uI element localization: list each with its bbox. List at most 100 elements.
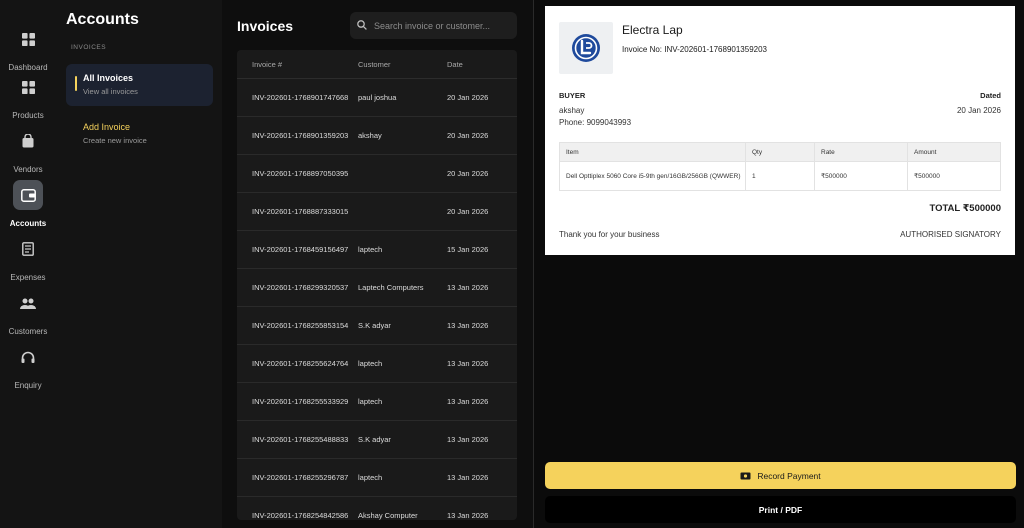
item-rate: ₹500000 <box>814 161 908 191</box>
column-header-date[interactable]: Date <box>447 60 517 69</box>
cell-customer: laptech <box>358 359 383 368</box>
search-icon <box>357 17 367 35</box>
table-header: Invoice # Customer Date <box>237 50 517 79</box>
search-box[interactable] <box>350 12 517 39</box>
cell-date: 13 Jan 2026 <box>447 473 489 482</box>
item-description: Dell Opttiplex 5060 Core i5-9th gen/16GB… <box>559 161 746 191</box>
table-row[interactable]: INV-202601-1768255853154 S.K adyar 13 Jan … <box>237 307 517 345</box>
rail-item-dashboard[interactable]: Dashboard <box>0 24 56 72</box>
dashboard-icon <box>13 24 43 54</box>
sidebar-item-all-invoices[interactable]: All Invoices View all invoices <box>66 64 213 106</box>
item-amount: ₹500000 <box>907 161 1001 191</box>
table-row[interactable]: INV-202601-1768887333015 20 Jan 2026 <box>237 193 517 231</box>
sidebar-item-add-invoice[interactable]: Add Invoice Create new invoice <box>66 113 213 155</box>
invoice-items-table: Item Qty Rate Amount Dell Opttiplex 5060… <box>559 142 1001 191</box>
table-row[interactable]: INV-202601-1768299320537 Laptech Computer… <box>237 269 517 307</box>
sidebar-section-label: INVOICES <box>71 44 107 51</box>
items-header-amount: Amount <box>907 142 1001 162</box>
cell-customer: Laptech Computers <box>358 283 424 292</box>
rail-item-vendors[interactable]: Vendors <box>0 126 56 174</box>
cell-invoice: INV-202601-1768255624764 <box>252 359 349 368</box>
invoice-preview-panel: Electra Lap Invoice No: INV-202601-17689… <box>533 0 1024 528</box>
cell-invoice: INV-202601-1768255488833 <box>252 435 349 444</box>
cell-date: 13 Jan 2026 <box>447 283 489 292</box>
dated-label: Dated <box>980 91 1001 100</box>
table-row[interactable]: INV-202601-1768254842586 Akshay Computer 1… <box>237 497 517 520</box>
cell-date: 20 Jan 2026 <box>447 207 489 216</box>
rail-label: Dashboard <box>8 63 48 72</box>
company-name: Electra Lap <box>622 23 683 37</box>
rail-item-enquiry[interactable]: Enquiry <box>0 342 56 390</box>
company-logo <box>559 22 613 74</box>
invoice-total: TOTAL ₹500000 <box>929 203 1001 214</box>
rail-item-expenses[interactable]: Expenses <box>0 234 56 282</box>
cell-date: 13 Jan 2026 <box>447 511 489 520</box>
rail-label: Enquiry <box>14 381 42 390</box>
record-payment-button[interactable]: Record Payment <box>545 462 1016 489</box>
cell-date: 13 Jan 2026 <box>447 359 489 368</box>
icon-rail: Dashboard Products Vendors Accounts Expe… <box>0 0 56 528</box>
items-header-rate: Rate <box>814 142 908 162</box>
table-row[interactable]: INV-202601-1768897050395 20 Jan 2026 <box>237 155 517 193</box>
rail-item-products[interactable]: Products <box>0 72 56 120</box>
cell-invoice: INV-202601-1768459156497 <box>252 245 349 254</box>
cell-customer: laptech <box>358 473 383 482</box>
invoice-number: Invoice No: INV-202601-1768901359203 <box>622 45 767 54</box>
rail-item-customers[interactable]: Customers <box>0 288 56 336</box>
cell-customer: Akshay Computer <box>358 511 418 520</box>
table-row[interactable]: INV-202601-1768255533929 laptech 13 Jan 20… <box>237 383 517 421</box>
search-input[interactable] <box>374 20 514 31</box>
page-title: Invoices <box>237 18 294 34</box>
cell-date: 20 Jan 2026 <box>447 93 489 102</box>
items-header-row: Item Qty Rate Amount <box>559 142 1001 162</box>
table-row[interactable]: INV-202601-1768901747668 paul joshua 20 Ja… <box>237 79 517 117</box>
items-header-qty: Qty <box>745 142 815 162</box>
vendors-icon <box>13 126 43 156</box>
authorised-signatory: AUTHORISED SIGNATORY <box>900 230 1001 239</box>
buyer-label: BUYER <box>559 91 586 100</box>
table-row[interactable]: INV-202601-1768901359203 akshay 20 Jan 202… <box>237 117 517 155</box>
products-icon <box>13 72 43 102</box>
items-header-item: Item <box>559 142 746 162</box>
column-header-invoice[interactable]: Invoice # <box>237 60 358 69</box>
wallet-icon <box>13 180 43 210</box>
column-header-customer[interactable]: Customer <box>358 60 447 69</box>
cell-customer: akshay <box>358 131 382 140</box>
invoice-document: Electra Lap Invoice No: INV-202601-17689… <box>545 6 1015 255</box>
sidebar-item-subtitle: Create new invoice <box>83 136 147 145</box>
rail-label: Expenses <box>10 273 46 282</box>
cell-customer: S.K adyar <box>358 435 391 444</box>
table-row[interactable]: INV-202601-1768255488833 S.K adyar 13 Jan … <box>237 421 517 459</box>
record-payment-label: Record Payment <box>757 470 821 481</box>
cell-invoice: INV-202601-1768901359203 <box>252 131 349 140</box>
rail-label: Accounts <box>9 219 47 228</box>
sidebar-title: Accounts <box>66 11 139 28</box>
invoice-table: Invoice # Customer Date INV-202601-17689… <box>237 50 517 520</box>
table-row[interactable]: INV-202601-1768255296787 laptech 13 Jan 20… <box>237 459 517 497</box>
cell-customer: laptech <box>358 245 383 254</box>
invoice-list-panel: Invoices Invoice # Customer Date INV-202… <box>222 0 531 528</box>
cell-invoice: INV-202601-1768255296787 <box>252 473 349 482</box>
receipt-icon <box>13 234 43 264</box>
buyer-name: akshay <box>559 106 585 115</box>
print-pdf-label: Print / PDF <box>758 504 803 515</box>
cell-invoice: INV-202601-1768887333015 <box>252 207 349 216</box>
rail-item-accounts[interactable]: Accounts <box>0 180 56 228</box>
cell-invoice: INV-202601-1768299320537 <box>252 283 349 292</box>
accounts-sidebar: Accounts INVOICES All Invoices View all … <box>56 0 222 528</box>
cell-date: 13 Jan 2026 <box>447 321 489 330</box>
cell-invoice: INV-202601-1768897050395 <box>252 169 349 178</box>
table-row[interactable]: INV-202601-1768255624764 laptech 13 Jan 20… <box>237 345 517 383</box>
cell-invoice: INV-202601-1768254842586 <box>252 511 349 520</box>
print-pdf-button[interactable]: Print / PDF <box>545 496 1016 523</box>
item-row: Dell Opttiplex 5060 Core i5-9th gen/16GB… <box>559 161 1001 191</box>
cell-date: 13 Jan 2026 <box>447 435 489 444</box>
cell-date: 13 Jan 2026 <box>447 397 489 406</box>
headset-icon <box>13 342 43 372</box>
table-row[interactable]: INV-202601-1768459156497 laptech 15 Jan 20… <box>237 231 517 269</box>
rail-label: Vendors <box>13 165 43 174</box>
rail-label: Customers <box>8 327 48 336</box>
cell-customer: laptech <box>358 397 383 406</box>
cell-date: 20 Jan 2026 <box>447 131 489 140</box>
rail-label: Products <box>12 111 44 120</box>
